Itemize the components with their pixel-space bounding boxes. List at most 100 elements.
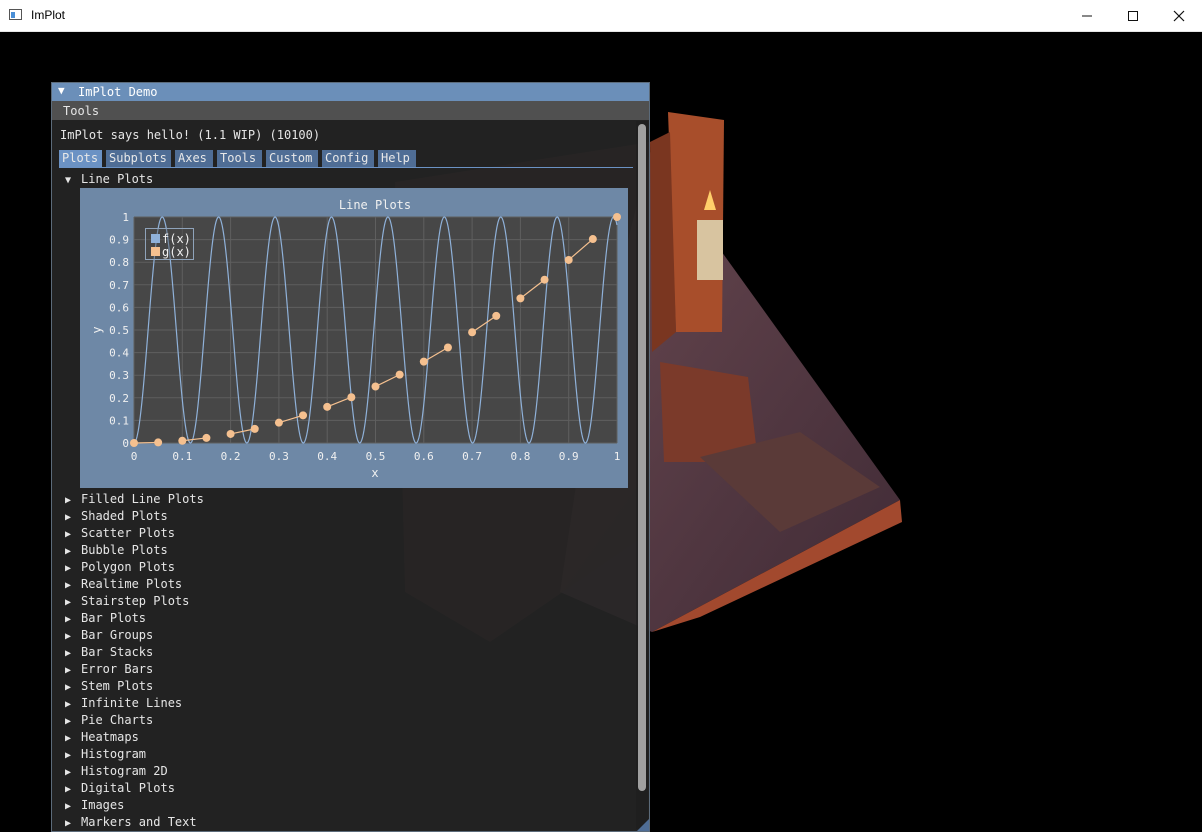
- section-label: Stem Plots: [81, 679, 154, 693]
- tab-plots[interactable]: Plots: [59, 150, 102, 167]
- tab-help[interactable]: Help: [378, 150, 416, 167]
- section-label: Histogram: [81, 747, 147, 761]
- x-tick-label: 0.8: [510, 450, 530, 463]
- section-header[interactable]: ▶ Histogram: [65, 747, 146, 761]
- tab-config[interactable]: Config: [322, 150, 374, 167]
- triangle-right-icon: ▶: [65, 699, 72, 710]
- legend-entry-g[interactable]: g(x): [151, 245, 191, 259]
- triangle-right-icon: ▶: [65, 767, 72, 778]
- triangle-right-icon: ▶: [65, 512, 72, 523]
- series-g-marker: [178, 436, 187, 445]
- minimize-button[interactable]: [1064, 0, 1110, 31]
- y-tick-label: 0.8: [109, 256, 129, 269]
- menu-tools[interactable]: Tools: [63, 104, 99, 118]
- scrollbar-thumb[interactable]: [638, 124, 646, 791]
- section-label: Scatter Plots: [81, 526, 175, 540]
- series-g-marker: [154, 438, 163, 447]
- section-label: Stairstep Plots: [81, 594, 190, 608]
- hello-text: ImPlot says hello! (1.1 WIP) (10100): [60, 128, 321, 142]
- series-g-marker: [588, 235, 597, 244]
- triangle-right-icon: ▶: [65, 648, 72, 659]
- section-header[interactable]: ▶ Bar Plots: [65, 611, 146, 625]
- section-header[interactable]: ▶ Stem Plots: [65, 679, 153, 693]
- section-header[interactable]: ▶ Bar Stacks: [65, 645, 153, 659]
- app-icon: [9, 9, 22, 20]
- y-tick-label: 0.7: [109, 279, 129, 292]
- series-g-marker: [323, 402, 332, 411]
- section-label: Filled Line Plots: [81, 492, 204, 506]
- y-axis-label: y: [90, 326, 104, 333]
- section-header-line-plots[interactable]: ▼ Line Plots: [65, 172, 153, 186]
- triangle-right-icon: ▶: [65, 784, 72, 795]
- y-tick-label: 0.5: [109, 324, 129, 337]
- section-label: Error Bars: [81, 662, 154, 676]
- triangle-right-icon: ▶: [65, 716, 72, 727]
- section-header[interactable]: ▶ Bubble Plots: [65, 543, 168, 557]
- section-header[interactable]: ▶ Heatmaps: [65, 730, 139, 744]
- y-tick-label: 1: [122, 211, 129, 224]
- section-header[interactable]: ▶ Shaded Plots: [65, 509, 168, 523]
- line-plot-frame[interactable]: 0 0.1 0.2 0.3 0.4 0.5 0.6 0.7 0.8 0.9 1 0 0.1 0.2 0.3 0…: [80, 188, 628, 488]
- close-button[interactable]: [1156, 0, 1202, 31]
- section-header[interactable]: ▶ Stairstep Plots: [65, 594, 189, 608]
- triangle-down-icon[interactable]: ▼: [58, 84, 65, 97]
- section-label: Bar Plots: [81, 611, 147, 625]
- maximize-button[interactable]: [1110, 0, 1156, 31]
- section-header[interactable]: ▶ Bar Groups: [65, 628, 153, 642]
- triangle-right-icon: ▶: [65, 495, 72, 506]
- section-label: Bubble Plots: [81, 543, 168, 557]
- resize-grip[interactable]: [637, 819, 649, 831]
- section-header[interactable]: ▶ Realtime Plots: [65, 577, 182, 591]
- tab-tools[interactable]: Tools: [217, 150, 262, 167]
- x-tick-label: 0.6: [414, 450, 434, 463]
- section-label: Markers and Text: [81, 815, 197, 829]
- triangle-right-icon: ▶: [65, 563, 72, 574]
- tab-custom[interactable]: Custom: [266, 150, 318, 167]
- triangle-right-icon: ▶: [65, 665, 72, 676]
- series-g-marker: [395, 370, 404, 379]
- tab-subplots[interactable]: Subplots: [106, 150, 171, 167]
- triangle-right-icon: ▶: [65, 631, 72, 642]
- section-header[interactable]: ▶ Polygon Plots: [65, 560, 175, 574]
- x-tick-label: 0.3: [269, 450, 289, 463]
- series-g-marker: [130, 439, 138, 447]
- maximize-icon: [1128, 10, 1138, 21]
- series-g-marker: [516, 294, 525, 303]
- section-label: Histogram 2D: [81, 764, 168, 778]
- scrollbar[interactable]: [636, 121, 648, 829]
- x-tick-label: 0.2: [221, 450, 241, 463]
- section-header[interactable]: ▶ Digital Plots: [65, 781, 175, 795]
- series-g-marker: [613, 213, 621, 221]
- series-g-marker: [274, 418, 283, 427]
- section-label: Heatmaps: [81, 730, 139, 744]
- demo-title: ImPlot Demo: [78, 85, 158, 99]
- section-label: Realtime Plots: [81, 577, 183, 591]
- section-header[interactable]: ▶ Filled Line Plots: [65, 492, 204, 506]
- series-g-marker: [347, 393, 356, 402]
- y-tick-label: 0.4: [109, 347, 129, 360]
- section-label: Line Plots: [81, 172, 154, 186]
- section-header[interactable]: ▶ Pie Charts: [65, 713, 153, 727]
- triangle-down-icon: ▼: [65, 175, 72, 186]
- section-header[interactable]: ▶ Scatter Plots: [65, 526, 175, 540]
- os-title-bar: ImPlot: [0, 0, 1202, 32]
- triangle-right-icon: ▶: [65, 529, 72, 540]
- section-header[interactable]: ▶ Images: [65, 798, 124, 812]
- plot-legend[interactable]: f(x) g(x): [145, 228, 194, 260]
- section-label: Digital Plots: [81, 781, 175, 795]
- series-g-marker: [492, 311, 501, 320]
- triangle-right-icon: ▶: [65, 580, 72, 591]
- section-header[interactable]: ▶ Markers and Text: [65, 815, 197, 829]
- legend-entry-f[interactable]: f(x): [151, 232, 191, 246]
- menu-bar: Tools: [52, 101, 649, 120]
- section-header[interactable]: ▶ Infinite Lines: [65, 696, 182, 710]
- tab-axes[interactable]: Axes: [175, 150, 213, 167]
- window-title: ImPlot: [31, 8, 66, 22]
- y-tick-label: 0.2: [109, 392, 129, 405]
- implot-demo-window[interactable]: ▼ ImPlot Demo Tools ImPlot says hello! (…: [51, 82, 650, 832]
- demo-title-bar[interactable]: ▼ ImPlot Demo: [52, 83, 649, 101]
- scene-candle: [697, 220, 723, 280]
- section-header[interactable]: ▶ Error Bars: [65, 662, 153, 676]
- section-header[interactable]: ▶ Histogram 2D: [65, 764, 168, 778]
- x-tick-label: 0.4: [317, 450, 337, 463]
